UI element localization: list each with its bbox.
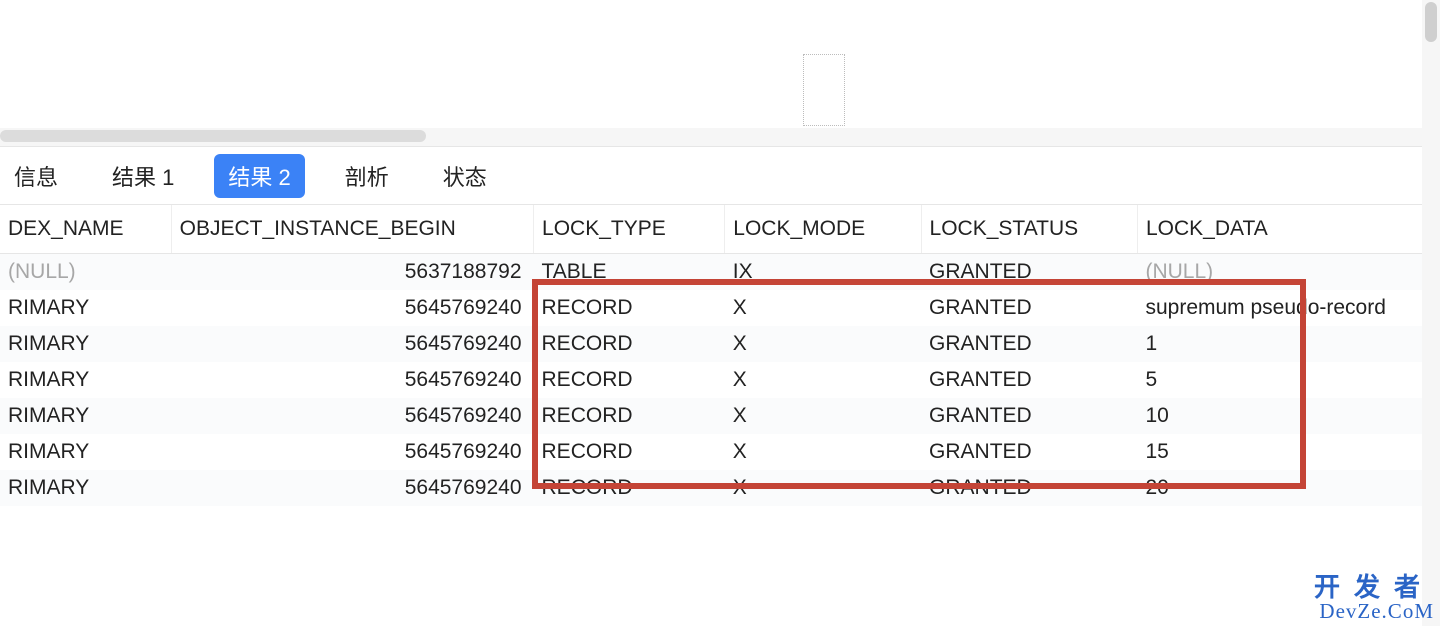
tab-result-2[interactable]: 结果 2 [214,154,304,198]
table-row[interactable]: RIMARY5645769240RECORDXGRANTED15 [0,434,1440,470]
col-header-lock-status[interactable]: LOCK_STATUS [921,205,1137,254]
watermark-line2: DevZe.CoM [1314,601,1434,622]
cell-lock-status[interactable]: GRANTED [921,362,1137,398]
col-header-index-name[interactable]: DEX_NAME [0,205,171,254]
cell-lock-type[interactable]: RECORD [534,398,725,434]
cell-index-name[interactable]: (NULL) [0,254,171,291]
cell-lock-mode[interactable]: X [725,326,921,362]
cell-lock-data[interactable]: (NULL) [1137,254,1439,291]
cell-lock-status[interactable]: GRANTED [921,254,1137,291]
tab-info[interactable]: 信息 [0,154,72,198]
editor-upper-pane [0,0,1440,147]
cell-lock-type[interactable]: RECORD [534,362,725,398]
cell-object-instance-begin[interactable]: 5637188792 [171,254,533,291]
table-row[interactable]: RIMARY5645769240RECORDXGRANTED20 [0,470,1440,506]
table-header-row: DEX_NAME OBJECT_INSTANCE_BEGIN LOCK_TYPE… [0,205,1440,254]
cell-lock-type[interactable]: RECORD [534,470,725,506]
cell-lock-status[interactable]: GRANTED [921,290,1137,326]
results-table: DEX_NAME OBJECT_INSTANCE_BEGIN LOCK_TYPE… [0,205,1440,506]
cell-lock-status[interactable]: GRANTED [921,398,1137,434]
cell-object-instance-begin[interactable]: 5645769240 [171,362,533,398]
results-tabbar: 信息 结果 1 结果 2 剖析 状态 [0,147,1440,205]
horizontal-scrollbar-track[interactable] [0,128,1440,146]
text-cursor-placeholder[interactable] [803,54,845,126]
cell-lock-mode[interactable]: X [725,434,921,470]
cell-lock-mode[interactable]: IX [725,254,921,291]
table-row[interactable]: RIMARY5645769240RECORDXGRANTEDsupremum p… [0,290,1440,326]
cell-object-instance-begin[interactable]: 5645769240 [171,470,533,506]
horizontal-scrollbar-thumb[interactable] [0,130,426,142]
cell-object-instance-begin[interactable]: 5645769240 [171,434,533,470]
vertical-scrollbar-track[interactable] [1422,0,1440,626]
cell-lock-mode[interactable]: X [725,398,921,434]
col-header-lock-type[interactable]: LOCK_TYPE [534,205,725,254]
cell-index-name[interactable]: RIMARY [0,290,171,326]
cell-lock-data[interactable]: 1 [1137,326,1439,362]
tab-result-1[interactable]: 结果 1 [98,154,188,198]
watermark-line1: 开发者 [1314,575,1434,601]
cell-index-name[interactable]: RIMARY [0,362,171,398]
cell-index-name[interactable]: RIMARY [0,326,171,362]
vertical-scrollbar-thumb[interactable] [1425,2,1437,42]
tab-profile[interactable]: 剖析 [331,154,403,198]
cell-lock-type[interactable]: RECORD [534,326,725,362]
col-header-object-instance-begin[interactable]: OBJECT_INSTANCE_BEGIN [171,205,533,254]
table-row[interactable]: RIMARY5645769240RECORDXGRANTED5 [0,362,1440,398]
cell-index-name[interactable]: RIMARY [0,470,171,506]
tab-status[interactable]: 状态 [429,154,501,198]
cell-lock-status[interactable]: GRANTED [921,470,1137,506]
cell-lock-mode[interactable]: X [725,362,921,398]
col-header-lock-data[interactable]: LOCK_DATA [1137,205,1439,254]
cell-index-name[interactable]: RIMARY [0,434,171,470]
watermark: 开发者 DevZe.CoM [1314,575,1434,622]
cell-lock-type[interactable]: RECORD [534,434,725,470]
cell-lock-mode[interactable]: X [725,290,921,326]
cell-index-name[interactable]: RIMARY [0,398,171,434]
cell-object-instance-begin[interactable]: 5645769240 [171,326,533,362]
cell-object-instance-begin[interactable]: 5645769240 [171,290,533,326]
table-row[interactable]: (NULL)5637188792TABLEIXGRANTED(NULL) [0,254,1440,291]
col-header-lock-mode[interactable]: LOCK_MODE [725,205,921,254]
cell-lock-type[interactable]: RECORD [534,290,725,326]
cell-lock-status[interactable]: GRANTED [921,326,1137,362]
cell-lock-data[interactable]: 15 [1137,434,1439,470]
cell-lock-data[interactable]: supremum pseudo-record [1137,290,1439,326]
cell-lock-type[interactable]: TABLE [534,254,725,291]
cell-lock-status[interactable]: GRANTED [921,434,1137,470]
table-row[interactable]: RIMARY5645769240RECORDXGRANTED1 [0,326,1440,362]
cell-lock-mode[interactable]: X [725,470,921,506]
cell-lock-data[interactable]: 5 [1137,362,1439,398]
cell-object-instance-begin[interactable]: 5645769240 [171,398,533,434]
cell-lock-data[interactable]: 10 [1137,398,1439,434]
cell-lock-data[interactable]: 20 [1137,470,1439,506]
table-row[interactable]: RIMARY5645769240RECORDXGRANTED10 [0,398,1440,434]
results-table-wrap: DEX_NAME OBJECT_INSTANCE_BEGIN LOCK_TYPE… [0,205,1440,506]
